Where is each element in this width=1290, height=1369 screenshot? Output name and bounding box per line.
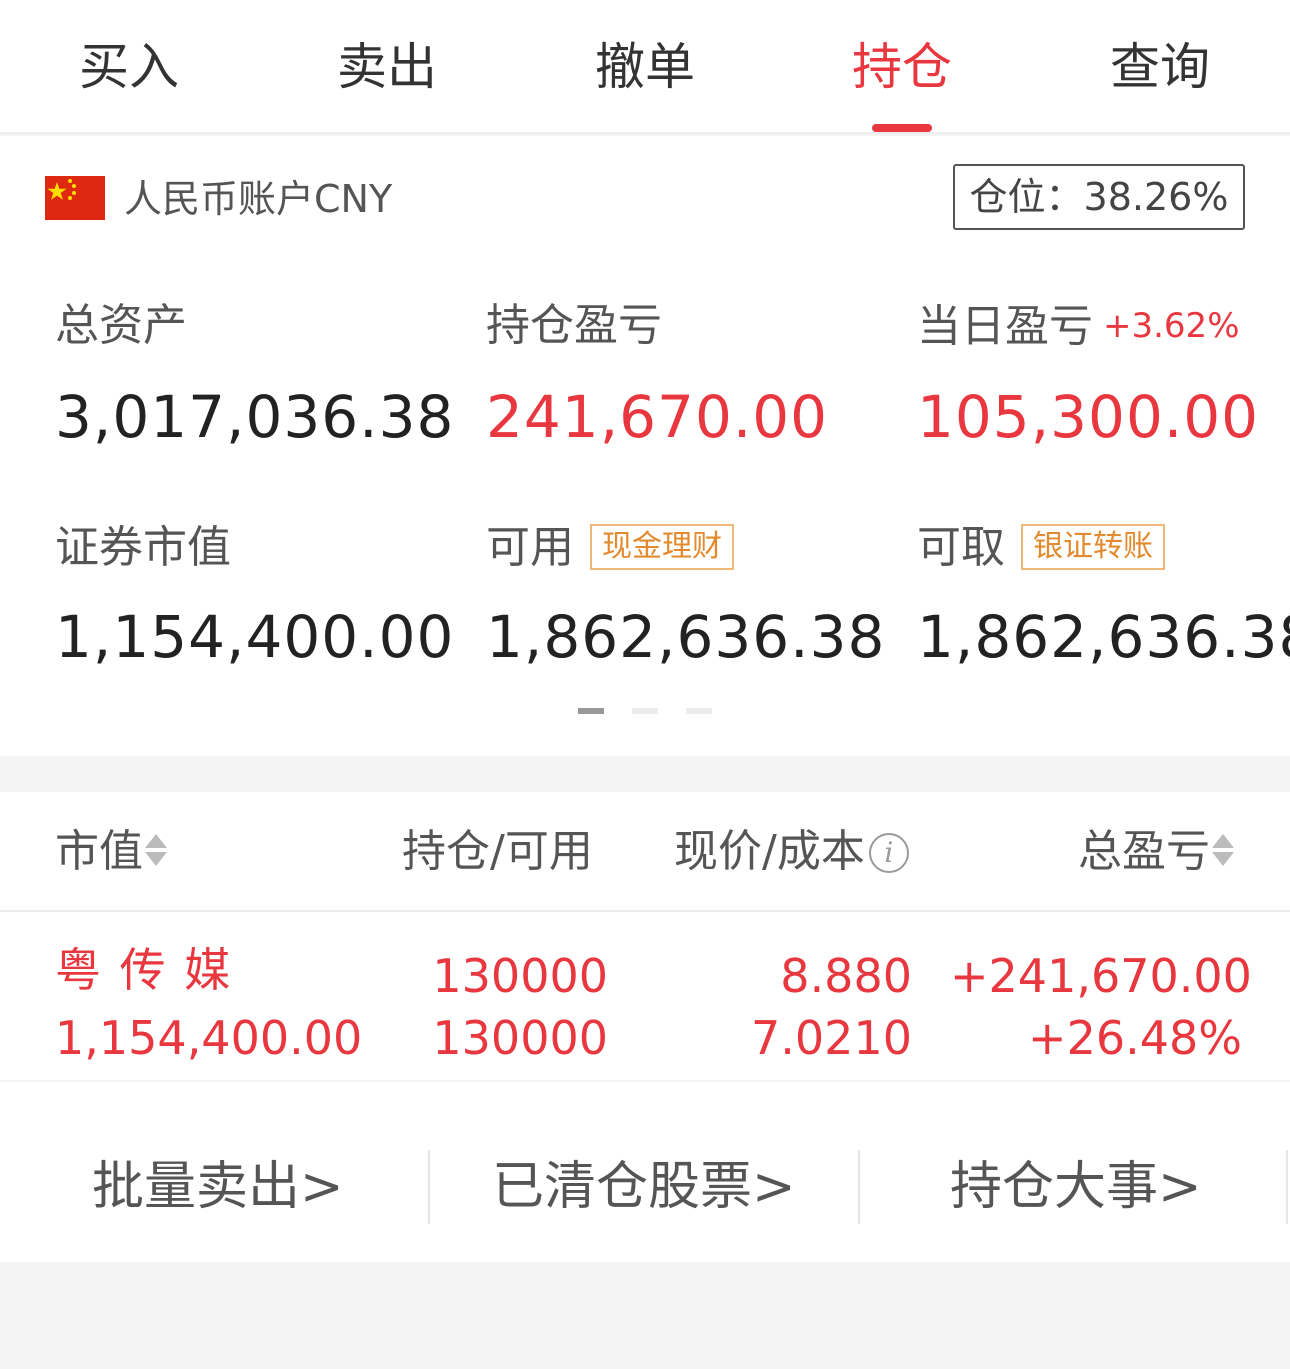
- batch-sell-button[interactable]: 批量卖出>: [92, 1152, 344, 1222]
- cash-management-button[interactable]: 现金理财: [590, 524, 734, 570]
- page-indicator-dot-2[interactable]: [632, 708, 658, 714]
- header-market-value-text: 市值: [55, 826, 143, 877]
- tab-holdings[interactable]: 持仓: [802, 32, 1002, 102]
- daily-pnl-text: 当日盈亏: [917, 301, 1093, 352]
- holding-pnl-value: 241,670.00: [486, 383, 829, 451]
- tab-buy[interactable]: 买入: [29, 32, 229, 102]
- account-summary: 人民币账户CNY 仓位：38.26% 总资产 3,017,036.38 持仓盈亏…: [0, 136, 1290, 756]
- stock-total-pnl: +241,670.00: [950, 949, 1252, 1003]
- sort-arrows-icon: [143, 828, 167, 872]
- account-name[interactable]: 人民币账户CNY: [124, 174, 392, 224]
- daily-pnl-value: 105,300.00: [917, 383, 1260, 451]
- total-assets-label: 总资产: [55, 300, 187, 351]
- header-total-pnl-text: 总盈亏: [1078, 826, 1210, 877]
- stock-available: 130000: [432, 1011, 608, 1065]
- header-position: 持仓/可用: [402, 826, 593, 877]
- cleared-stocks-button[interactable]: 已清仓股票>: [492, 1152, 796, 1222]
- stock-total-pnl-percent: +26.48%: [1028, 1011, 1242, 1065]
- stock-position: 130000: [432, 949, 608, 1003]
- stock-price: 8.880: [780, 949, 912, 1003]
- total-assets-value: 3,017,036.38: [55, 383, 455, 451]
- withdrawable-label: 可取 银证转账: [917, 520, 1165, 576]
- position-ratio-badge: 仓位：38.26%: [953, 164, 1245, 230]
- action-divider: [858, 1150, 860, 1224]
- action-divider: [1286, 1150, 1288, 1224]
- sort-total-pnl-header[interactable]: 总盈亏: [1078, 824, 1234, 880]
- page-indicator-dot-1[interactable]: [578, 708, 604, 714]
- holding-pnl-label: 持仓盈亏: [486, 300, 662, 351]
- holding-events-button[interactable]: 持仓大事>: [950, 1152, 1202, 1222]
- market-value-label: 证券市值: [55, 522, 231, 573]
- market-value-value: 1,154,400.00: [55, 603, 455, 671]
- action-divider: [428, 1150, 430, 1224]
- holdings-table: 市值 持仓/可用 现价/成本 i 总盈亏 粤 传 媒 1,154,400.00 1…: [0, 792, 1290, 1080]
- withdrawable-value: 1,862,636.38: [917, 603, 1290, 671]
- header-price-text: 现价/成本: [674, 826, 865, 877]
- stock-market-value: 1,154,400.00: [55, 1011, 363, 1065]
- available-value: 1,862,636.38: [486, 603, 886, 671]
- tab-sell[interactable]: 卖出: [287, 32, 487, 102]
- sort-arrows-icon: [1210, 828, 1234, 872]
- china-flag-icon: [45, 176, 105, 220]
- header-price-cost: 现价/成本 i: [674, 824, 909, 880]
- bank-transfer-button[interactable]: 银证转账: [1021, 524, 1165, 570]
- daily-pnl-percent: +3.62%: [1103, 306, 1240, 346]
- available-label: 可用 现金理财: [486, 520, 734, 576]
- page-indicator-dot-3[interactable]: [686, 708, 712, 714]
- stock-name: 粤 传 媒: [55, 943, 233, 997]
- holdings-header-row: 市值 持仓/可用 现价/成本 i 总盈亏: [0, 792, 1290, 912]
- sort-market-value-header[interactable]: 市值: [55, 824, 167, 880]
- daily-pnl-label: 当日盈亏 +3.62%: [917, 298, 1240, 355]
- withdrawable-text: 可取: [917, 522, 1005, 573]
- tab-query[interactable]: 查询: [1060, 32, 1260, 102]
- stock-cost: 7.0210: [751, 1011, 912, 1065]
- trade-tab-bar: 买入 卖出 撤单 持仓 查询: [0, 0, 1290, 134]
- holdings-actions-bar: 批量卖出> 已清仓股票> 持仓大事>: [0, 1082, 1290, 1262]
- info-icon[interactable]: i: [868, 833, 909, 873]
- active-tab-indicator: [872, 124, 932, 132]
- available-text: 可用: [486, 522, 574, 573]
- tab-cancel-order[interactable]: 撤单: [545, 32, 745, 102]
